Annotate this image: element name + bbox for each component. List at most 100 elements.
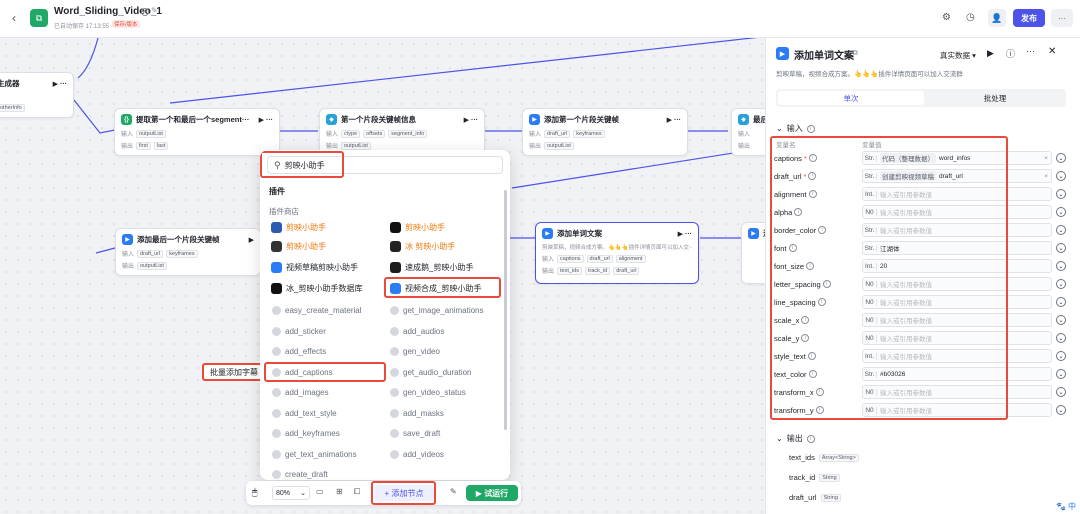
reference-select-icon[interactable]: ⌄ <box>1056 279 1066 289</box>
reference-select-icon[interactable]: ⌄ <box>1056 387 1066 397</box>
ime-indicator[interactable]: 🐾 中 <box>1052 498 1080 514</box>
param-value-field[interactable]: N0 输入或引用参数值 <box>862 277 1052 291</box>
param-type[interactable]: N0 <box>863 334 877 342</box>
tool-item[interactable]: add_captions <box>272 367 333 377</box>
param-type[interactable]: Str. <box>863 244 877 252</box>
more-icon[interactable]: ··· <box>1026 46 1035 56</box>
node-add-word-caption[interactable]: ▶ 添加单词文案 ▶ ··· 剪映草稿，视频合成方案。👆👆👆插件详情页面可以加入交·… <box>535 222 699 284</box>
help-icon[interactable]: ⓘ <box>1006 47 1015 60</box>
history-icon[interactable]: ◷ <box>966 12 975 23</box>
more-icon[interactable]: ··· <box>1051 9 1073 27</box>
param-type[interactable]: Int. <box>863 352 877 360</box>
comment-icon[interactable]: ▭ <box>316 487 324 496</box>
input-section-header[interactable]: ⌄ 输入 i <box>776 123 815 134</box>
tool-item[interactable]: gen_video_status <box>390 388 466 397</box>
param-type[interactable]: Str. <box>863 226 877 234</box>
settings-icon[interactable]: ⚙ <box>942 12 951 23</box>
param-type[interactable]: N0 <box>863 316 877 324</box>
publish-button[interactable]: 发布 <box>1013 9 1045 27</box>
param-type[interactable]: N0 <box>863 388 877 396</box>
run-icon[interactable]: ▶ <box>987 48 994 59</box>
tab-single[interactable]: 单次 <box>778 91 924 105</box>
popup-scrollbar[interactable] <box>504 190 507 430</box>
param-value-field[interactable]: N0 输入或引用参数值 <box>862 385 1052 399</box>
param-value-field[interactable]: Str. 输入或引用参数值 <box>862 223 1052 237</box>
param-value-field[interactable]: N0 输入或引用参数值 <box>862 331 1052 345</box>
node-extract-segment[interactable]: {} 提取第一个和最后一个segment··· ▶ ··· 输入 outputList… <box>114 108 280 156</box>
plugin-item[interactable]: 冰_剪映小助手数据库 <box>271 283 362 294</box>
chevron-left-icon[interactable]: ‹ <box>12 11 16 25</box>
param-value-field[interactable]: Str. #b03026 <box>862 367 1052 381</box>
param-value-field[interactable]: N0 输入或引用参数值 <box>862 205 1052 219</box>
param-value-field[interactable]: Str. 江湖体 <box>862 241 1052 255</box>
add-node-button[interactable]: + 添加节点 <box>374 485 434 501</box>
tool-item[interactable]: easy_create_material <box>272 306 361 315</box>
reference-select-icon[interactable]: ⌄ <box>1056 333 1066 343</box>
tool-item[interactable]: get_audio_duration <box>390 367 472 377</box>
plugin-item[interactable]: 视频草稿剪映小助手 <box>271 262 358 273</box>
node-generator[interactable]: 生成器 ▶ ··· otherInfo <box>0 72 74 118</box>
param-type[interactable]: Str. <box>863 370 877 378</box>
search-box[interactable]: ⚲ 剪映小助手 <box>267 156 503 174</box>
param-value-field[interactable]: N0 输入或引用参数值 <box>862 295 1052 309</box>
param-type[interactable]: Int. <box>863 262 877 270</box>
zoom-select[interactable]: 80% ⌄ <box>272 486 310 500</box>
reference-select-icon[interactable]: ⌄ <box>1056 261 1066 271</box>
node-add-last-keyframe[interactable]: ▶ 添加最后一个片段关键帧 ▶ 输入 draft_url keyframes 输出 out… <box>115 228 261 276</box>
tab-batch[interactable]: 批处理 <box>926 91 1064 105</box>
plugin-item[interactable]: 剪映小助手 <box>271 241 326 252</box>
debug-icon[interactable]: ✎ <box>450 487 457 496</box>
run-icon[interactable]: ▶ ··· <box>259 116 273 124</box>
reference-select-icon[interactable]: ⌄ <box>1056 405 1066 415</box>
node-add-first-keyframe[interactable]: ▶ 添加第一个片段关键帧 ▶ ··· 输入 draft_url keyframes 输出… <box>522 108 688 156</box>
reference-select-icon[interactable]: ⌄ <box>1056 225 1066 235</box>
param-type[interactable]: Str. <box>863 172 877 180</box>
param-type[interactable]: N0 <box>863 298 877 306</box>
param-value-field[interactable]: N0 输入或引用参数值 <box>862 313 1052 327</box>
test-run-button[interactable]: ▶ 试运行 <box>466 485 518 501</box>
param-value-field[interactable]: Str. 创建剪映视频草稿 draft_url × <box>862 169 1052 183</box>
search-input[interactable]: 剪映小助手 <box>285 160 325 171</box>
pointer-icon[interactable]: 🖱 <box>252 487 257 498</box>
reference-select-icon[interactable]: ⌄ <box>1056 153 1066 163</box>
reference-select-icon[interactable]: ⌄ <box>1056 351 1066 361</box>
plugin-item[interactable]: 冰 剪映小助手 <box>390 241 455 252</box>
run-icon[interactable]: ▶ <box>249 236 254 244</box>
param-type[interactable]: N0 <box>863 406 877 414</box>
reference-select-icon[interactable]: ⌄ <box>1056 171 1066 181</box>
edit-icon[interactable]: ⧉ <box>852 48 858 58</box>
run-icon[interactable]: ▶ ··· <box>464 116 478 124</box>
param-type[interactable]: Int. <box>863 190 877 198</box>
tool-item[interactable]: add_audios <box>390 326 444 336</box>
reference-select-icon[interactable]: ⌄ <box>1056 207 1066 217</box>
tool-item[interactable]: add_images <box>272 388 329 397</box>
param-value-field[interactable]: N0 输入或引用参数值 <box>862 403 1052 417</box>
plugin-item[interactable]: 视频合成_剪映小助手 <box>390 283 481 294</box>
param-value-field[interactable]: Str. 代码（整理数据） word_infos × <box>862 151 1052 165</box>
info-icon[interactable]: i <box>141 8 149 16</box>
tool-item[interactable]: get_image_animations <box>390 306 484 315</box>
param-type[interactable]: Str. <box>863 154 877 162</box>
edit-icon[interactable]: ✎ <box>151 6 158 15</box>
data-mode-select[interactable]: 真实数据 ▾ <box>940 50 976 61</box>
tool-item[interactable]: gen_video <box>390 347 440 356</box>
tool-item[interactable]: add_keyframes <box>272 429 340 438</box>
tool-item[interactable]: add_masks <box>390 408 444 418</box>
version-badge[interactable]: 保存/版本 <box>112 20 140 28</box>
run-icon[interactable]: ▶ ··· <box>667 116 681 124</box>
param-value-field[interactable]: Int. 20 <box>862 259 1052 273</box>
tool-item[interactable]: save_draft <box>390 429 440 438</box>
user-icon[interactable]: 👤 <box>988 9 1006 27</box>
plugin-item[interactable]: 速成鹅_剪映小助手 <box>390 262 473 273</box>
reference-select-icon[interactable]: ⌄ <box>1056 369 1066 379</box>
tool-item[interactable]: add_text_style <box>272 408 337 418</box>
reference-select-icon[interactable]: ⌄ <box>1056 243 1066 253</box>
tool-item[interactable]: add_effects <box>272 347 326 356</box>
tool-item[interactable]: create_draft <box>272 470 328 479</box>
reference-select-icon[interactable]: ⌄ <box>1056 297 1066 307</box>
run-icon[interactable]: ▶ ··· <box>678 230 692 238</box>
param-value-field[interactable]: Int. 输入或引用参数值 <box>862 187 1052 201</box>
clear-icon[interactable]: × <box>1044 173 1048 180</box>
param-value-field[interactable]: Int. 输入或引用参数值 <box>862 349 1052 363</box>
node-first-keyframe-info[interactable]: ◆ 第一个片段关键帧信息 ▶ ··· 输入 ctype offsets segment_i… <box>319 108 485 156</box>
